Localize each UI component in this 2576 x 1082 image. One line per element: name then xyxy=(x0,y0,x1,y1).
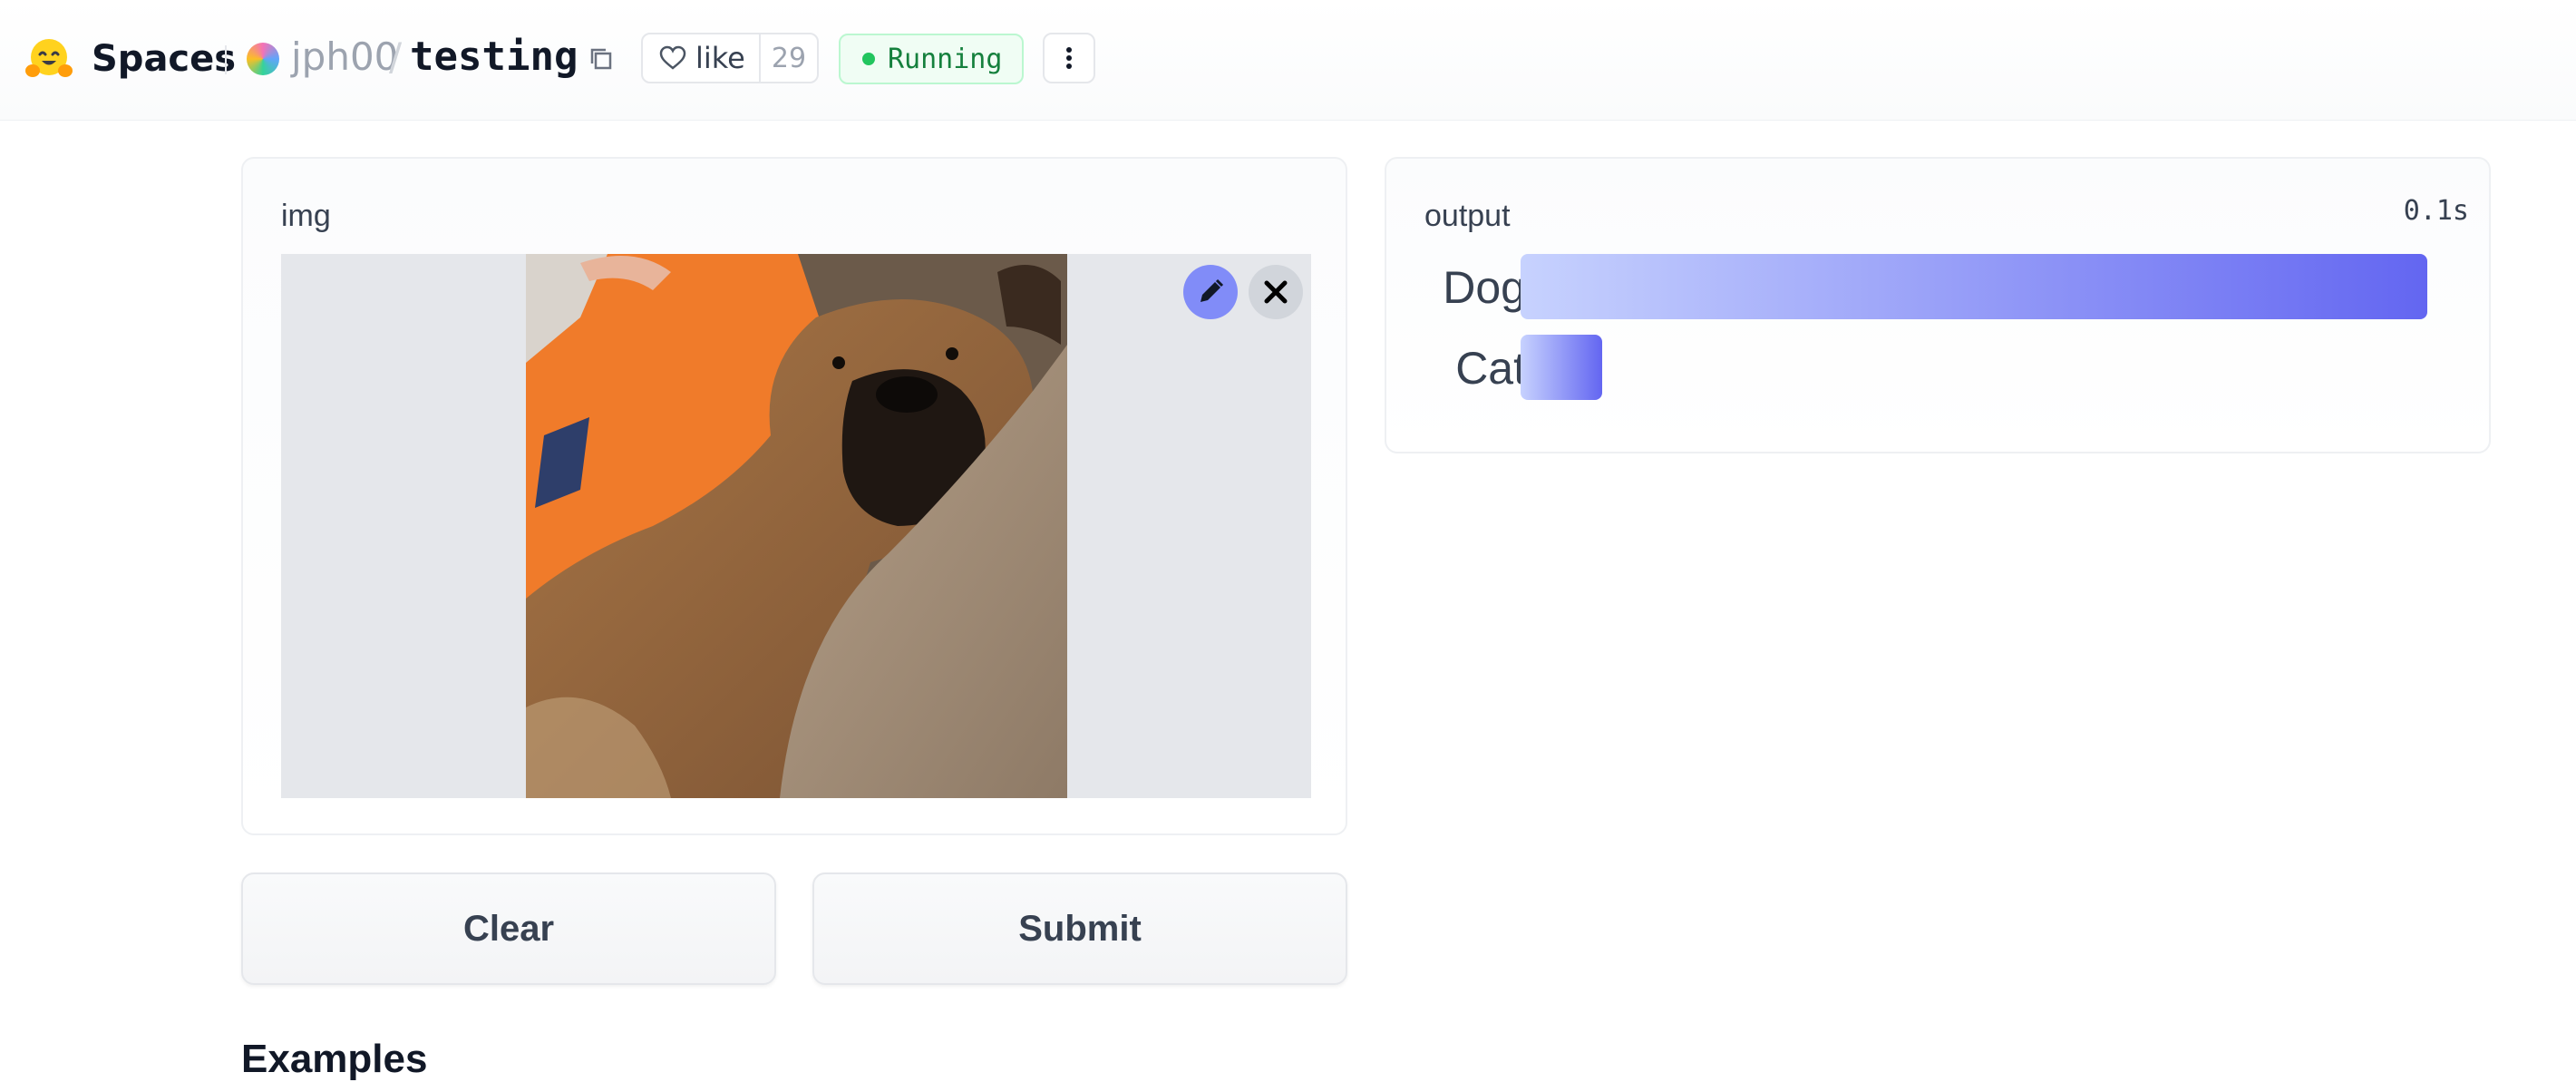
status-dot-icon xyxy=(862,53,875,65)
like-label: like xyxy=(695,41,745,75)
image-upload-area[interactable] xyxy=(281,254,1311,798)
output-label: output xyxy=(1424,199,1511,233)
like-count[interactable]: 29 xyxy=(759,34,817,82)
uploaded-dog-photo xyxy=(526,254,1067,798)
confidence-track xyxy=(1521,254,2427,319)
image-input-panel: img xyxy=(241,157,1347,835)
label-row-dog: Dog xyxy=(1386,254,2493,319)
divider xyxy=(225,45,227,74)
brand-name: Spaces xyxy=(92,38,237,80)
hugging-face-icon xyxy=(25,39,73,77)
label-name: Dog xyxy=(1443,262,1526,313)
label-name: Cat xyxy=(1455,343,1526,394)
top-bar: Spaces jph00 / testing like 29 Running xyxy=(0,0,2576,121)
close-icon xyxy=(1264,280,1288,304)
status-badge[interactable]: Running xyxy=(839,34,1024,84)
spaces-brand[interactable]: Spaces xyxy=(24,34,236,83)
pencil-icon xyxy=(1201,278,1224,302)
vertical-dots-icon xyxy=(1066,47,1072,69)
like-button[interactable]: like 29 xyxy=(641,33,819,83)
label-row-cat: Cat xyxy=(1386,335,2493,400)
repo-name[interactable]: testing xyxy=(410,34,578,80)
status-label: Running xyxy=(888,43,1003,75)
clear-button[interactable]: Clear xyxy=(241,872,776,985)
confidence-track xyxy=(1521,335,2427,400)
owner-avatar[interactable] xyxy=(247,43,279,75)
like-toggle[interactable]: like xyxy=(643,34,759,82)
confidence-bar xyxy=(1521,254,2427,319)
copy-icon[interactable] xyxy=(586,44,617,74)
owner-link[interactable]: jph00 xyxy=(291,34,398,79)
heart-icon xyxy=(659,45,686,70)
label-output-panel: output 0.1s Dog Cat xyxy=(1385,157,2491,453)
path-separator: / xyxy=(389,34,403,79)
edit-image-button[interactable] xyxy=(1183,265,1238,319)
submit-button[interactable]: Submit xyxy=(812,872,1347,985)
confidence-bar xyxy=(1521,335,1602,400)
examples-heading: Examples xyxy=(241,1037,428,1081)
input-label: img xyxy=(281,199,331,233)
more-options-button[interactable] xyxy=(1043,33,1095,83)
remove-image-button[interactable] xyxy=(1249,265,1303,319)
inference-timer: 0.1s xyxy=(2403,195,2469,227)
